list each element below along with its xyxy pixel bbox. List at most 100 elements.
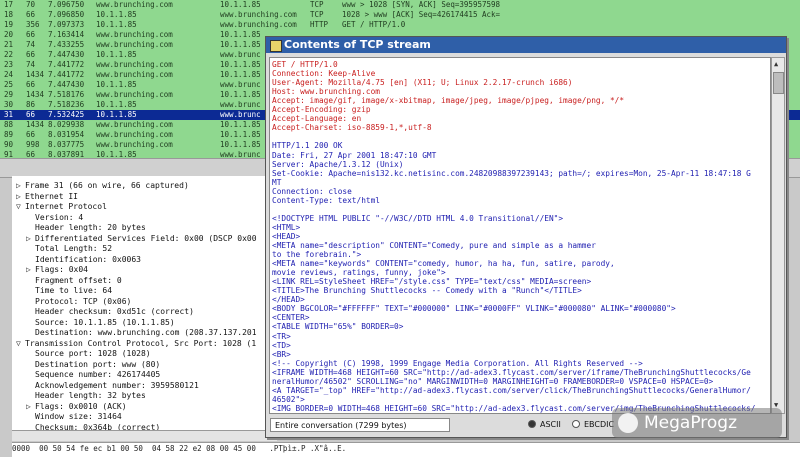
tree-node-label: Source port: 1028 (1028) <box>35 349 151 358</box>
scrollbar-thumb[interactable] <box>773 72 784 94</box>
packet-time-cell: 8.031954 <box>48 130 85 139</box>
stream-text-area[interactable]: GET / HTTP/1.0 Connection: Keep-Alive User… <box>269 57 771 414</box>
expander-icon[interactable]: ▷ <box>26 233 35 244</box>
packet-src-cell: 10.1.1.85 <box>96 80 137 89</box>
tree-node-label: Version: 4 <box>35 212 84 222</box>
packet-row[interactable]: 17 70 7.096750 www.brunching.com 10.1.1.85 TC… <box>0 0 800 10</box>
packet-detail-tree[interactable]: ▷ Frame 31 (66 on wire, 66 captured) ▷ Ethe… <box>12 176 278 431</box>
expander-icon[interactable]: ▷ <box>16 191 25 202</box>
packet-src-cell: www.brunching.com <box>96 0 173 9</box>
tree-node[interactable]: Window size: 31464 <box>26 411 122 422</box>
tcp-stream-dialog[interactable]: Contents of TCP stream GET / HTTP/1.0 Con… <box>265 36 787 438</box>
hex-dump-line: 0000 00 50 54 fe ec b1 00 50 04 58 22 e2… <box>12 444 347 453</box>
tree-node[interactable]: Destination port: www (80) <box>26 359 160 370</box>
window-icon <box>270 40 282 52</box>
expander-icon[interactable]: ▷ <box>26 401 35 412</box>
packet-src-cell: www.brunching.com <box>96 90 173 99</box>
expander-icon[interactable]: ▽ <box>16 338 25 349</box>
tree-node[interactable]: ▷ Differentiated Services Field: 0x00 (DS… <box>26 233 257 244</box>
packet-info-cell: 1028 > www [ACK] Seq=426174415 Ack= <box>342 10 501 19</box>
packet-dst-cell: 10.1.1.85 <box>220 60 261 69</box>
packet-dst-cell: 10.1.1.85 <box>220 70 261 79</box>
packet-dst-cell: www.brunc <box>220 100 261 109</box>
tree-node[interactable]: Time to live: 64 <box>26 285 112 296</box>
expander-icon[interactable]: ▽ <box>16 201 25 212</box>
tree-node-label: Source: 10.1.1.85 (10.1.1.85) <box>35 317 175 327</box>
packet-dst-cell: www.brunc <box>220 110 261 119</box>
tree-node[interactable]: ▷ Flags: 0x04 <box>26 264 88 275</box>
packet-dst-cell: www.brunching.com <box>220 20 297 29</box>
conversation-select[interactable]: Entire conversation (7299 bytes) <box>270 418 450 432</box>
packet-time-cell: 7.518176 <box>48 90 85 99</box>
tree-node-label: Flags: 0x0010 (ACK) <box>35 401 127 411</box>
packet-len-cell: 74 <box>26 60 36 69</box>
packet-len-cell: 1434 <box>26 120 45 129</box>
packet-dst-cell: www.brunc <box>220 80 261 89</box>
packet-dst-cell: 10.1.1.85 <box>220 0 261 9</box>
packet-row[interactable]: 19 356 7.097373 10.1.1.85 www.brunching.com H… <box>0 20 800 30</box>
packet-no-cell: 20 <box>4 30 14 39</box>
tree-node[interactable]: Sequence number: 426174405 <box>26 369 160 380</box>
ebcdic-radio[interactable] <box>572 420 580 428</box>
stream-vscrollbar[interactable]: ▲ ▼ <box>771 57 785 414</box>
expander-icon[interactable]: ▷ <box>16 180 25 191</box>
packet-proto-cell: TCP <box>310 10 324 19</box>
packet-row[interactable]: 18 66 7.096850 10.1.1.85 www.brunching.com TC… <box>0 10 800 20</box>
packet-src-cell: www.brunching.com <box>96 40 173 49</box>
tree-node[interactable]: Version: 4 <box>26 212 83 223</box>
tree-node-label: Internet Protocol <box>25 202 107 211</box>
hex-dump-pane[interactable]: 0000 00 50 54 fe ec b1 00 50 04 58 22 e2… <box>12 442 800 457</box>
packet-no-cell: 23 <box>4 60 14 69</box>
tree-node-label: Destination port: www (80) <box>35 359 161 369</box>
tree-node-label: Fragment offset: 0 <box>35 275 122 285</box>
packet-dst-cell: www.brunching.com <box>220 10 297 19</box>
tree-node-label: Frame 31 (66 on wire, 66 captured) <box>25 181 189 190</box>
tree-node[interactable]: Header checksum: 0xd51c (correct) <box>26 306 194 317</box>
packet-len-cell: 66 <box>26 50 36 59</box>
packet-no-cell: 89 <box>4 130 14 139</box>
packet-time-cell: 7.518236 <box>48 100 85 109</box>
tree-node-label: Acknowledgement number: 3959580121 <box>35 380 199 390</box>
tree-node[interactable]: Fragment offset: 0 <box>26 275 122 286</box>
tree-node[interactable]: Protocol: TCP (0x06) <box>26 296 131 307</box>
packet-len-cell: 1434 <box>26 70 45 79</box>
tree-node[interactable]: Source port: 1028 (1028) <box>26 348 151 359</box>
tree-node-label: Transmission Control Protocol, Src Port:… <box>25 338 257 348</box>
packet-src-cell: 10.1.1.85 <box>96 10 137 19</box>
tree-node[interactable]: ▽ Internet Protocol <box>16 201 107 212</box>
tree-node[interactable]: Total Length: 52 <box>26 243 112 254</box>
packet-time-cell: 7.097373 <box>48 20 85 29</box>
packet-src-cell: 10.1.1.85 <box>96 110 137 119</box>
tree-node[interactable]: ▷ Flags: 0x0010 (ACK) <box>26 401 127 412</box>
expander-icon[interactable]: ▷ <box>26 264 35 275</box>
megaprogz-logo-icon <box>618 413 638 433</box>
tree-node-label: Time to live: 64 <box>35 286 113 295</box>
tree-node[interactable]: ▷ Ethernet II <box>16 191 78 202</box>
ascii-radio[interactable] <box>528 420 536 428</box>
dialog-titlebar[interactable]: Contents of TCP stream <box>266 37 786 53</box>
packet-src-cell: www.brunching.com <box>96 130 173 139</box>
scroll-up-icon[interactable]: ▲ <box>774 60 778 68</box>
dialog-title: Contents of TCP stream <box>284 38 431 51</box>
tree-node[interactable]: Acknowledgement number: 3959580121 <box>26 380 199 391</box>
tree-node[interactable]: ▷ Frame 31 (66 on wire, 66 captured) <box>16 180 189 191</box>
packet-len-cell: 86 <box>26 100 36 109</box>
tree-node[interactable]: Identification: 0x0063 <box>26 254 141 265</box>
packet-dst-cell: 10.1.1.85 <box>220 90 261 99</box>
tree-node[interactable]: Source: 10.1.1.85 (10.1.1.85) <box>26 317 175 328</box>
packet-src-cell: 10.1.1.85 <box>96 20 137 29</box>
tree-node-label: Header length: 32 bytes <box>35 391 146 400</box>
tree-node-label: Destination: www.brunching.com (208.37.1… <box>35 328 257 337</box>
packet-no-cell: 24 <box>4 70 14 79</box>
tree-node[interactable]: Header length: 20 bytes <box>26 222 146 233</box>
tree-node[interactable]: Header length: 32 bytes <box>26 390 146 401</box>
detail-tree-hscrollbar[interactable] <box>12 430 277 441</box>
packet-time-cell: 7.532425 <box>48 110 85 119</box>
watermark-text: MegaProgz <box>644 413 738 433</box>
packet-src-cell: www.brunching.com <box>96 30 173 39</box>
packet-src-cell: 10.1.1.85 <box>96 50 137 59</box>
tree-node[interactable]: ▽ Transmission Control Protocol, Src Port… <box>16 338 256 349</box>
tree-node-label: Sequence number: 426174405 <box>35 370 161 379</box>
tree-node[interactable]: Destination: www.brunching.com (208.37.1… <box>26 327 257 338</box>
packet-no-cell: 90 <box>4 140 14 149</box>
